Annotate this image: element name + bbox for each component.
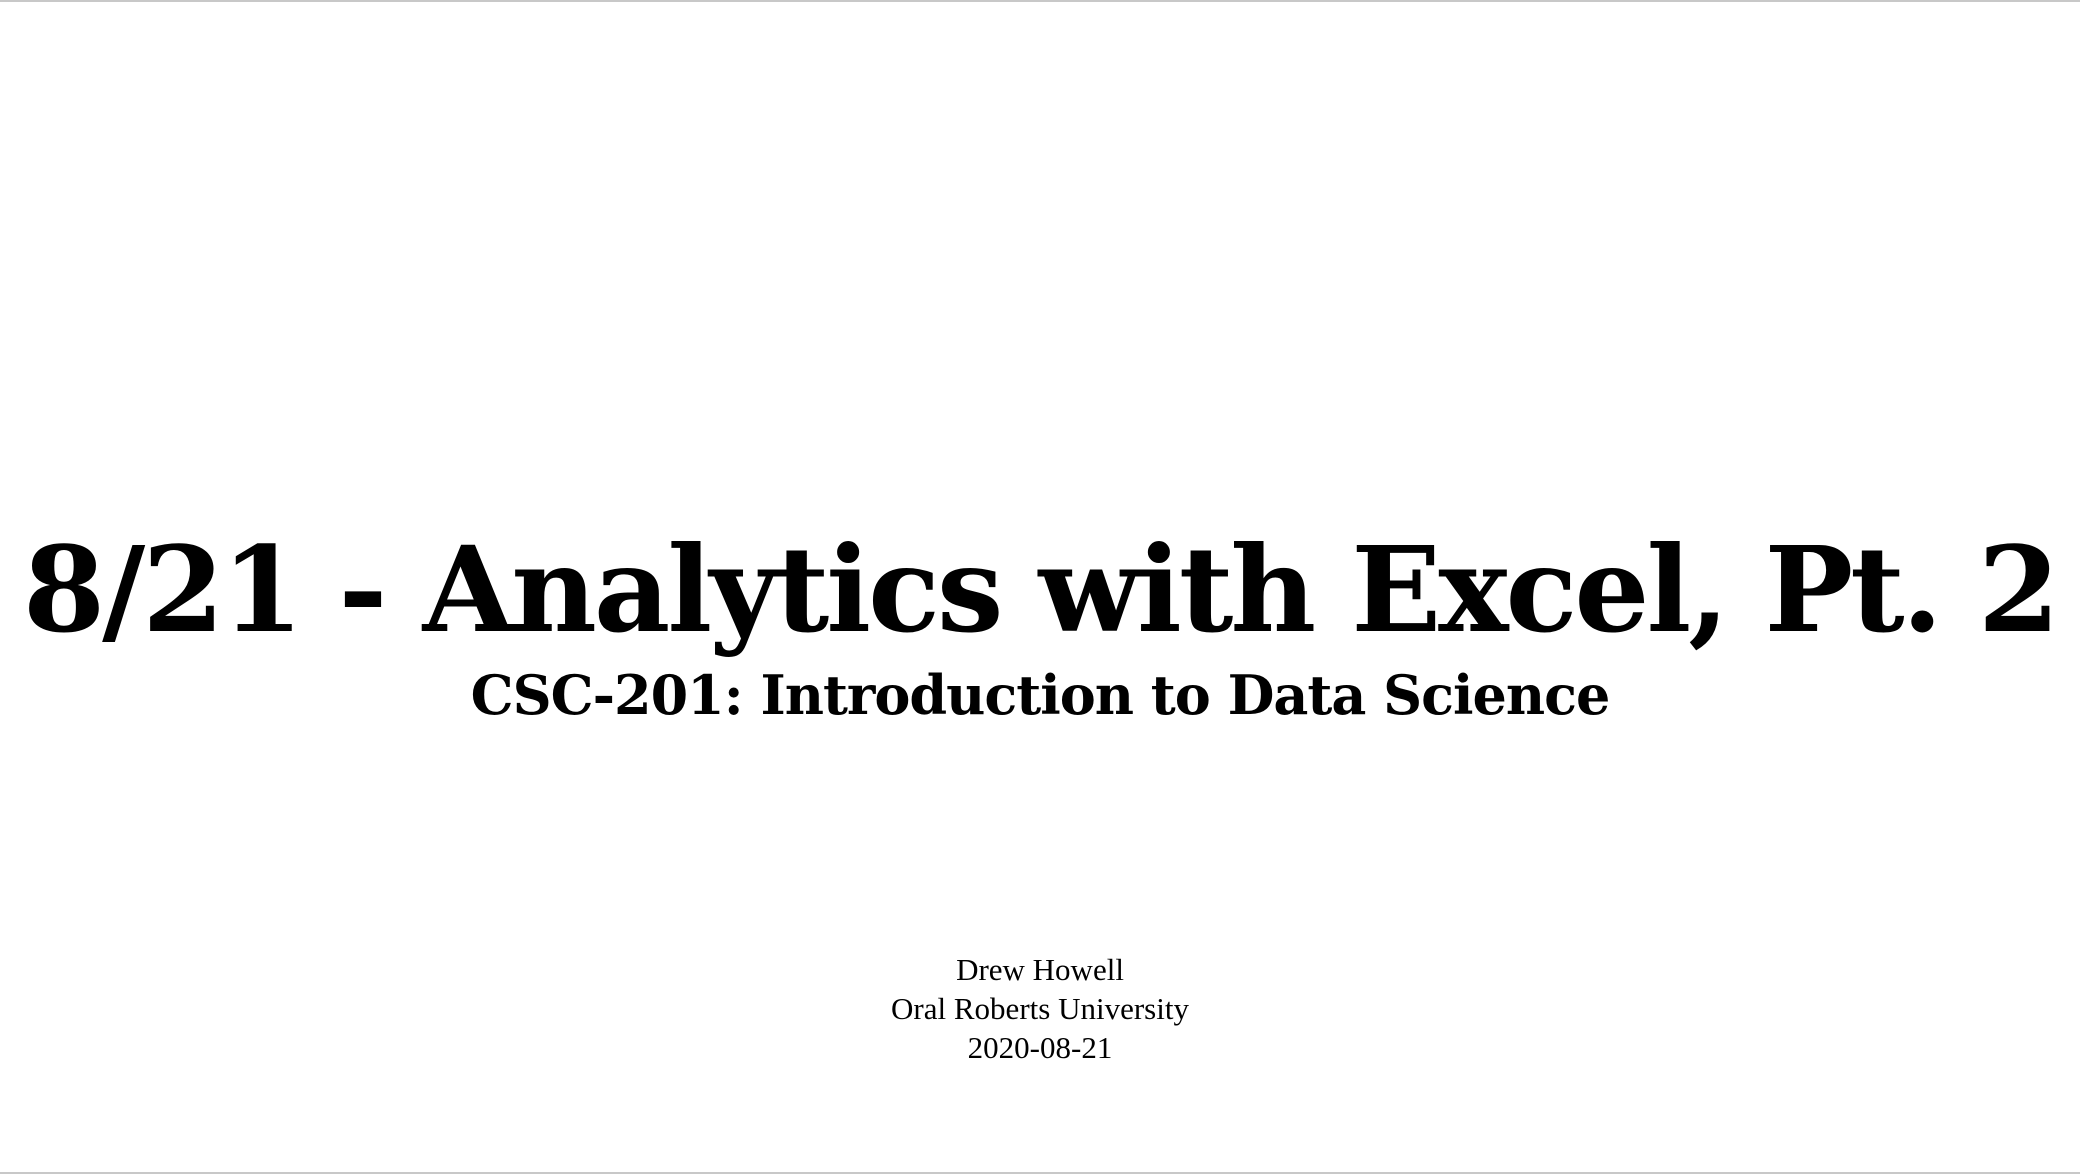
slide-title: 8/21 - Analytics with Excel, Pt. 2	[23, 520, 2060, 659]
author-name: Drew Howell	[956, 952, 1124, 987]
institution-name: Oral Roberts University	[891, 991, 1189, 1026]
presentation-date: 2020-08-21	[967, 1030, 1113, 1065]
slide-author-block: Drew Howell Oral Roberts University 2020…	[0, 950, 2080, 1067]
title-slide: 8/21 - Analytics with Excel, Pt. 2 CSC-2…	[0, 0, 2080, 1174]
slide-subtitle: CSC-201: Introduction to Data Science	[470, 663, 1611, 727]
